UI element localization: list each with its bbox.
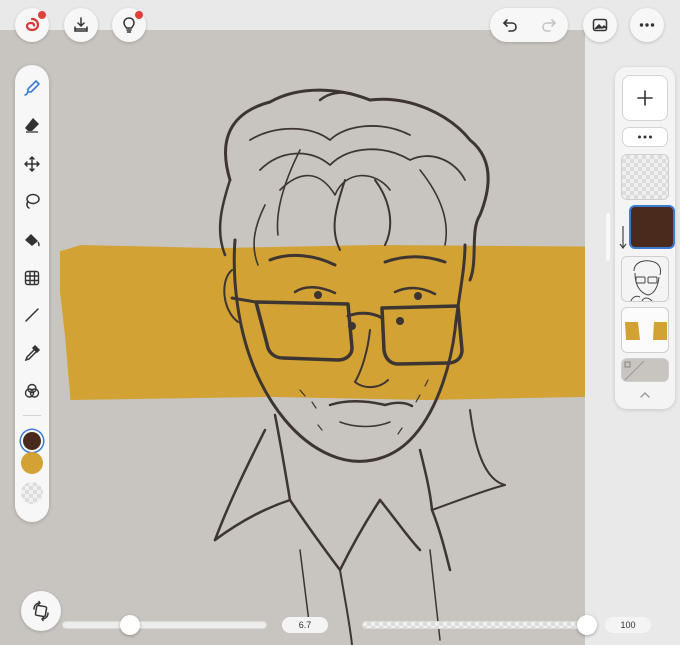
- transparent-color-swatch[interactable]: [21, 482, 43, 504]
- tool-move[interactable]: [19, 151, 45, 177]
- tool-lasso[interactable]: [19, 188, 45, 214]
- tool-line[interactable]: [19, 302, 45, 328]
- tool-brush[interactable]: [19, 75, 45, 101]
- app-logo-icon: [25, 17, 40, 32]
- canvas-rotate-icon: [33, 600, 49, 622]
- chevron-up-icon: [640, 392, 650, 398]
- gallery-button[interactable]: [583, 8, 617, 42]
- portrait-sketch: [213, 88, 506, 645]
- gallery-icon: [592, 18, 608, 32]
- add-layer-button[interactable]: [622, 75, 668, 121]
- more-horizontal-icon: [639, 23, 655, 27]
- layer-thumbnail-color-fill[interactable]: [629, 205, 675, 249]
- notification-dot: [38, 11, 46, 19]
- opacity-slider[interactable]: [362, 621, 587, 629]
- redo-icon: [541, 19, 556, 32]
- clipping-arrow-icon: [619, 226, 627, 249]
- layers-scroll-handle[interactable]: [606, 213, 610, 261]
- layer-thumbnail-empty[interactable]: [621, 154, 669, 200]
- canvas-rotate-button[interactable]: [21, 591, 61, 631]
- redo-button[interactable]: [529, 8, 568, 42]
- brush-size-slider-knob[interactable]: [119, 615, 140, 635]
- tool-palette: [15, 65, 49, 522]
- tips-button[interactable]: [112, 8, 146, 42]
- secondary-color-swatch[interactable]: [21, 452, 43, 474]
- grid-transform-icon: [24, 270, 40, 286]
- more-options-button[interactable]: [630, 8, 664, 42]
- app-logo-button[interactable]: [15, 8, 49, 42]
- toolbar-divider: [23, 415, 41, 416]
- paint-bucket-icon: [25, 234, 40, 247]
- brush-size-value[interactable]: 6.7: [282, 617, 328, 633]
- layer-options-button[interactable]: [622, 127, 668, 147]
- collapse-layers-button[interactable]: [637, 387, 653, 403]
- primary-color-swatch[interactable]: [21, 430, 43, 452]
- blend-circles-icon: [24, 383, 40, 398]
- line-icon: [25, 308, 39, 322]
- tool-fill[interactable]: [19, 227, 45, 253]
- tool-transform[interactable]: [19, 265, 45, 291]
- brush-pen-icon: [24, 80, 40, 96]
- layer-thumbnail-sketch[interactable]: [621, 256, 669, 302]
- eyedropper-icon: [24, 344, 41, 362]
- eraser-icon: [25, 118, 39, 133]
- undo-button[interactable]: [490, 8, 529, 42]
- lightbulb-icon: [123, 17, 135, 33]
- drawing-canvas[interactable]: [0, 30, 585, 645]
- undo-redo-group: [490, 8, 568, 42]
- tool-eyedropper[interactable]: [19, 340, 45, 366]
- brush-size-slider[interactable]: [62, 621, 267, 629]
- opacity-slider-knob[interactable]: [577, 615, 597, 635]
- plus-icon: [637, 90, 653, 106]
- bottom-controls: 6.7 100: [0, 591, 680, 645]
- more-horizontal-icon: [638, 135, 652, 139]
- import-tray-icon: [74, 17, 88, 32]
- lasso-icon: [26, 193, 40, 209]
- opacity-value[interactable]: 100: [605, 617, 651, 633]
- move-arrows-icon: [24, 156, 40, 172]
- tool-blend[interactable]: [19, 378, 45, 404]
- undo-icon: [502, 19, 517, 32]
- layer-thumbnail-ochre-shapes[interactable]: [621, 307, 669, 353]
- layers-panel: [615, 67, 675, 409]
- import-button[interactable]: [64, 8, 98, 42]
- tool-eraser[interactable]: [19, 112, 45, 138]
- notification-dot: [135, 11, 143, 19]
- layer-thumbnail-background[interactable]: [621, 358, 669, 382]
